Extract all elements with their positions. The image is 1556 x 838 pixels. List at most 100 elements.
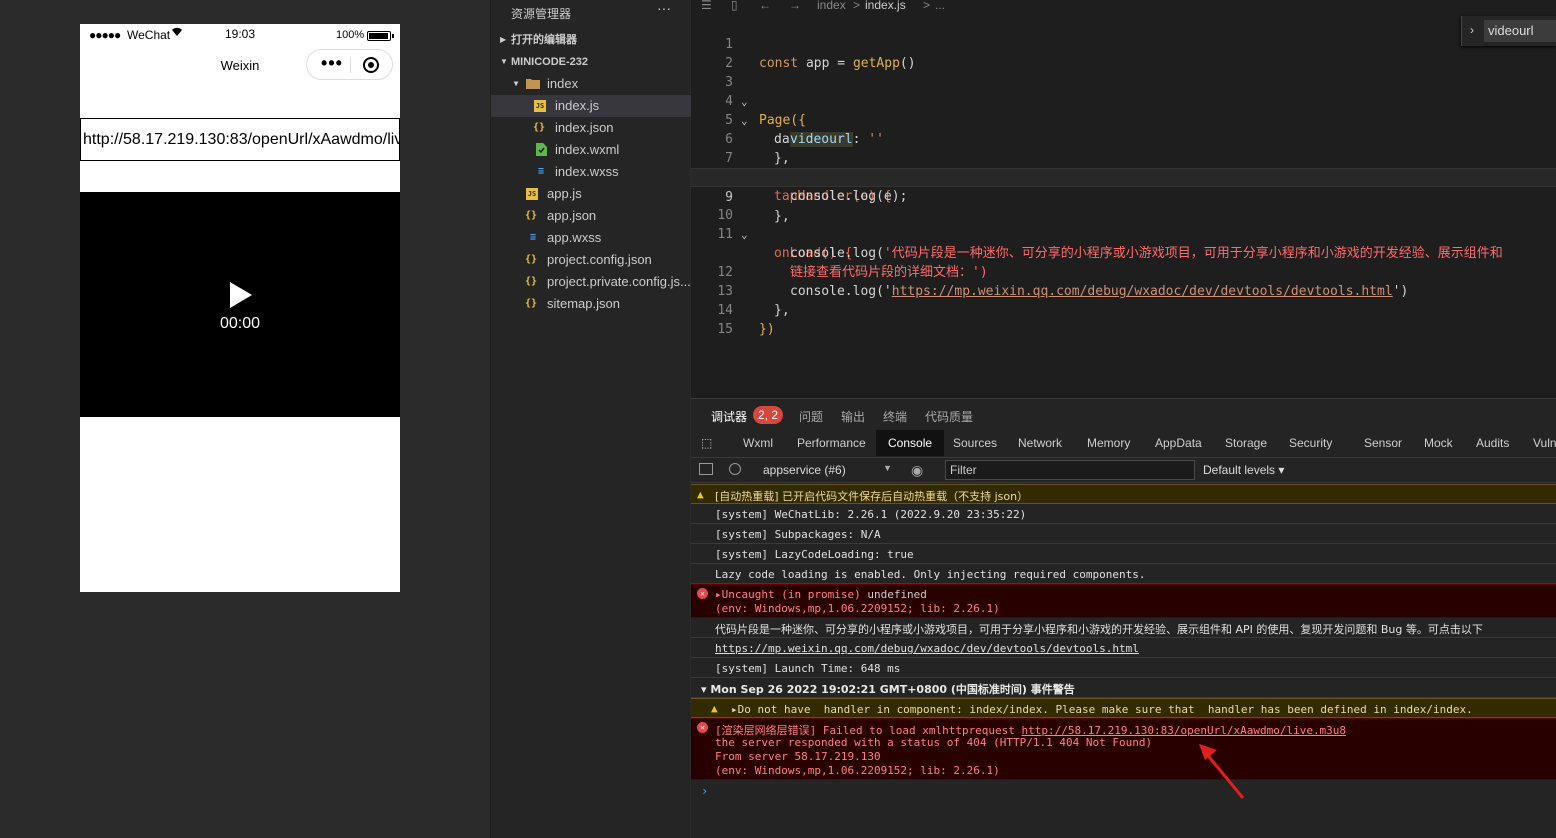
file-label: project.config.json [547,252,652,267]
tab-network[interactable]: Network [1018,436,1062,450]
wifi-icon [171,27,183,40]
code-line: 1 const app = getApp() [691,16,1556,71]
video-time: 00:00 [219,315,261,332]
tab-sensor[interactable]: Sensor [1364,436,1402,450]
dropdown-arrow-icon[interactable]: ▼ [883,463,892,473]
back-arrow-icon[interactable]: ← [759,0,771,12]
file-label: app.wxss [547,230,602,245]
filter-input[interactable]: Filter [945,460,1195,480]
line-number: 15 [717,322,733,337]
battery-icon [367,31,394,41]
tab-code-quality[interactable]: 代码质量 [925,408,973,425]
more-options-icon[interactable]: ••• [317,53,347,74]
warning-icon: ▲ [697,488,704,501]
levels-dropdown[interactable]: Default levels ▾ [1203,463,1284,477]
project-section[interactable]: ▼ MINICODE-232 [491,51,691,73]
play-icon[interactable] [230,282,252,308]
error-icon: ✕ [697,588,708,599]
file-explorer: 资源管理器 ··· ▶ 打开的编辑器 ▼ MINICODE-232 ▼ inde… [490,0,691,838]
breadcrumb-tail: ... [935,0,946,12]
tab-debugger[interactable]: 调试器 [711,408,747,425]
console-message: 代码片段是一种迷你、可分享的小程序或小游戏项目，可用于分享小程序和小游戏的开发经… [691,618,1556,638]
status-bar: ●●●●● WeChat 19:03 100% [80,24,400,46]
eye-icon[interactable]: ◉ [911,462,923,479]
context-select[interactable]: appservice (#6) [763,463,846,477]
code-line: 5 videourl: '' [691,92,1556,147]
wxss-file-icon: ≡ [537,166,545,177]
console-toolbar: appservice (#6) ▼ ◉ Filter Default level… [691,457,1556,483]
code-text: }) [759,322,775,337]
inspect-icon[interactable]: ⬚ [701,436,712,450]
tab-wxml[interactable]: Wxml [743,436,773,450]
console-error[interactable]: ✕ ▸Uncaught (in promise) undefined (env:… [691,584,1556,618]
tab-terminal[interactable]: 终端 [883,408,907,425]
list-icon[interactable]: ☰ [701,0,712,12]
console-warning[interactable]: ▲ ▸Do not have handler in component: ind… [691,698,1556,718]
forward-arrow-icon[interactable]: → [789,0,801,12]
file-app-json[interactable]: {} app.json [491,205,691,227]
sidebar-toggle-icon[interactable] [699,463,713,475]
json-file-icon: {} [524,276,538,287]
js-file-icon: JS [526,188,538,200]
chevron-right-icon: ▶ [500,35,507,44]
file-index-js[interactable]: JS index.js [491,95,691,117]
tab-storage[interactable]: Storage [1225,436,1267,450]
file-sitemap[interactable]: {} sitemap.json [491,293,691,315]
console-message: https://mp.weixin.qq.com/debug/wxadoc/de… [691,638,1556,658]
tab-console[interactable]: Console [876,430,945,456]
file-app-wxss[interactable]: ≡ app.wxss [491,227,691,249]
video-player[interactable]: 00:00 [80,192,400,417]
code-editor[interactable]: ☰ ▯ ← → index > index.js > ... › videour… [691,0,1556,398]
status-time: 19:03 [225,27,256,41]
code-line: 7 ⌄ tapHandler(e) { [691,130,1556,204]
open-editors-label: 打开的编辑器 [511,34,577,46]
json-file-icon: {} [524,254,538,265]
file-label: index.wxss [555,164,619,179]
file-index-wxss[interactable]: ≡ index.wxss [491,161,691,183]
file-project-private-config[interactable]: {} project.private.config.js... [491,271,691,293]
file-app-js[interactable]: JS app.js [491,183,691,205]
code-line: 11 console.log('代码片段是一种迷你、可分享的小程序或小游戏项目，… [691,206,1556,261]
panel-tabs: 调试器 2, 2 问题 输出 终端 代码质量 [691,399,1556,429]
tab-mock[interactable]: Mock [1424,436,1453,450]
console-message: [system] WeChatLib: 2.26.1 (2022.9.20 23… [691,504,1556,524]
error-count-badge: 2, 2 [753,406,784,424]
open-editors-section[interactable]: ▶ 打开的编辑器 [491,29,691,51]
breadcrumb-file[interactable]: index.js [865,0,906,12]
tab-security[interactable]: Security [1289,436,1332,450]
editor-breadcrumb: ☰ ▯ ← → index > index.js > ... [691,0,1556,14]
explorer-more-icon[interactable]: ··· [657,0,671,16]
console-message: [system] Subpackages: N/A [691,524,1556,544]
console-group-header[interactable]: ▾ Mon Sep 26 2022 19:02:21 GMT+0800 (中国标… [691,678,1556,698]
carrier-label: WeChat [127,28,171,42]
js-file-icon: JS [534,100,546,112]
bookmark-icon[interactable]: ▯ [731,0,738,12]
console-message: Lazy code loading is enabled. Only injec… [691,564,1556,584]
explorer-title: 资源管理器 [511,7,572,21]
tab-vuln[interactable]: Vuln [1533,436,1556,450]
clear-console-icon[interactable] [729,463,741,475]
tab-problems[interactable]: 问题 [799,408,823,425]
tab-memory[interactable]: Memory [1087,436,1130,450]
simulator-panel: ●●●●● WeChat 19:03 100% Weixin ••• http:… [0,0,490,838]
chevron-down-icon: ▼ [513,79,519,88]
project-label: MINICODE-232 [511,56,589,68]
file-label: project.private.config.js... [547,274,691,289]
breadcrumb-folder[interactable]: index [817,0,846,12]
close-miniprogram-icon[interactable] [363,57,379,73]
tab-sources[interactable]: Sources [953,436,997,450]
file-index-wxml[interactable]: index.wxml [491,139,691,161]
code-line-current: 9 }, [691,168,1556,224]
tab-audits[interactable]: Audits [1476,436,1509,450]
code-line: 15 [691,301,1556,337]
file-index-json[interactable]: {} index.json [491,117,691,139]
tab-output[interactable]: 输出 [841,408,865,425]
tab-performance[interactable]: Performance [797,436,866,450]
file-project-config[interactable]: {} project.config.json [491,249,691,271]
console-link[interactable]: https://mp.weixin.qq.com/debug/wxadoc/de… [715,642,1139,655]
console-error[interactable]: ✕ [渲染层网络层错误] Failed to load xmlhttpreque… [691,718,1556,780]
folder-index[interactable]: ▼ index [491,73,691,95]
url-input[interactable]: http://58.17.219.130:83/openUrl/xAawdmo/… [80,118,400,161]
console-prompt[interactable]: › [701,784,708,798]
tab-appdata[interactable]: AppData [1155,436,1202,450]
